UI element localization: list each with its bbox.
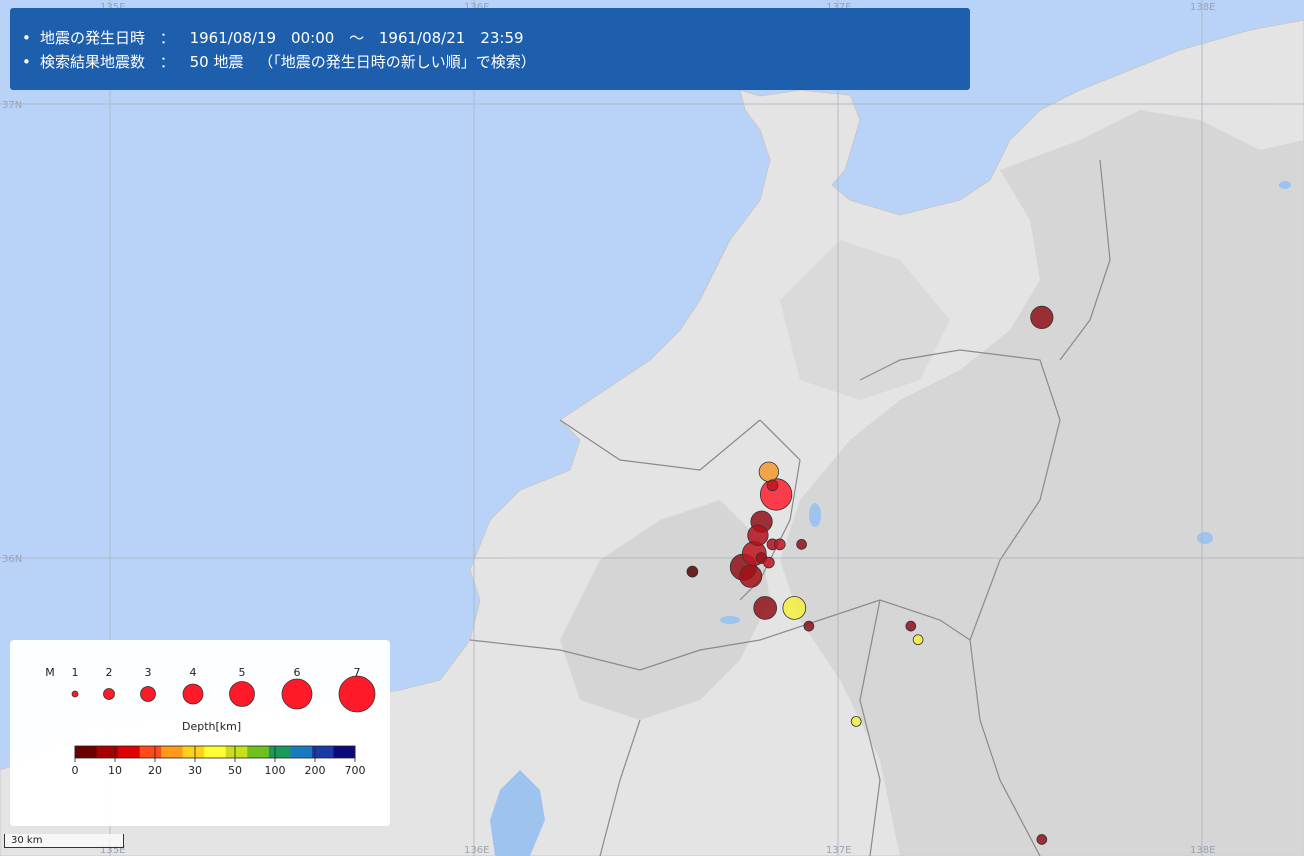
legend-magnitude-circle bbox=[71, 690, 79, 698]
earthquake-marker[interactable] bbox=[905, 620, 917, 632]
earthquake-marker[interactable] bbox=[1030, 305, 1054, 329]
depth-color-segment bbox=[182, 746, 205, 758]
result-count-line: 検索結果地震数 ： 50 地震 （「地震の発生日時の新しい順」で検索） bbox=[22, 50, 950, 74]
earthquake-marker[interactable] bbox=[850, 716, 862, 727]
result-count: 50 地震 bbox=[189, 53, 244, 71]
depth-color-segment bbox=[225, 746, 248, 758]
depth-color-segment bbox=[333, 746, 356, 758]
earthquake-marker[interactable] bbox=[753, 596, 778, 620]
colon: ： bbox=[159, 29, 175, 47]
lon-label: 136E bbox=[464, 845, 489, 856]
search-summary-panel: 地震の発生日時 ： 1961/08/19 00:00 ～ 1961/08/21 … bbox=[10, 8, 970, 90]
legend-panel: M 1 2 3 4 5 6 7 Depth[km] 0 10 20 30 50 … bbox=[10, 640, 390, 826]
scale-bar: 30 km bbox=[4, 834, 124, 848]
earthquake-marker[interactable] bbox=[773, 538, 786, 551]
lon-label: 137E bbox=[826, 845, 851, 856]
earthquake-marker[interactable] bbox=[686, 565, 699, 578]
lat-label: 37N bbox=[2, 100, 22, 111]
legend-magnitude-circle bbox=[281, 678, 313, 710]
depth-color-segment bbox=[204, 746, 227, 758]
earthquake-marker[interactable] bbox=[747, 524, 769, 546]
earthquake-marker[interactable] bbox=[763, 556, 775, 569]
depth-color-segment bbox=[290, 746, 313, 758]
depth-color-segment bbox=[247, 746, 270, 758]
lat-label: 36N bbox=[2, 554, 22, 565]
legend-magnitude-circle bbox=[182, 683, 204, 705]
depth-color-segment bbox=[139, 746, 162, 758]
legend-magnitude-circle bbox=[103, 688, 115, 700]
date-range-line: 地震の発生日時 ： 1961/08/19 00:00 ～ 1961/08/21 … bbox=[22, 26, 950, 50]
earthquake-marker[interactable] bbox=[803, 620, 815, 632]
earthquake-marker[interactable] bbox=[739, 564, 763, 588]
depth-title: Depth[km] bbox=[182, 720, 242, 733]
date-range-label: 地震の発生日時 bbox=[40, 29, 146, 47]
depth-tick: 100 bbox=[264, 764, 286, 777]
depth-tick: 0 bbox=[71, 764, 79, 777]
depth-color-segment bbox=[161, 746, 184, 758]
earthquake-marker[interactable] bbox=[796, 539, 807, 550]
legend-magnitude-circle bbox=[338, 675, 376, 713]
depth-tick: 30 bbox=[188, 764, 202, 777]
earthquake-marker[interactable] bbox=[758, 461, 779, 482]
legend-graphics bbox=[71, 675, 376, 762]
depth-tick: 50 bbox=[228, 764, 242, 777]
depth-color-segment bbox=[75, 746, 98, 758]
result-count-label: 検索結果地震数 bbox=[40, 53, 146, 71]
depth-tick: 200 bbox=[304, 764, 326, 777]
colon: ： bbox=[159, 53, 175, 71]
lon-label: 138E bbox=[1190, 845, 1215, 856]
earthquake-marker[interactable] bbox=[1036, 834, 1048, 845]
lon-label: 138E bbox=[1190, 2, 1215, 13]
earthquake-marker[interactable] bbox=[782, 596, 807, 620]
start-datetime: 1961/08/19 00:00 bbox=[189, 29, 335, 47]
depth-tick: 20 bbox=[148, 764, 162, 777]
depth-tick: 700 bbox=[344, 764, 366, 777]
sort-note: （「地震の発生日時の新しい順」で検索） bbox=[258, 53, 536, 71]
depth-color-segment bbox=[268, 746, 291, 758]
depth-color-segment bbox=[118, 746, 141, 758]
legend-magnitude-circle bbox=[140, 686, 156, 702]
legend-magnitude-circle bbox=[229, 681, 255, 707]
depth-tick: 10 bbox=[108, 764, 122, 777]
earthquake-marker[interactable] bbox=[766, 479, 779, 492]
earthquake-marker[interactable] bbox=[912, 634, 924, 646]
end-datetime: 1961/08/21 23:59 bbox=[378, 29, 524, 47]
tilde: ～ bbox=[349, 29, 365, 47]
